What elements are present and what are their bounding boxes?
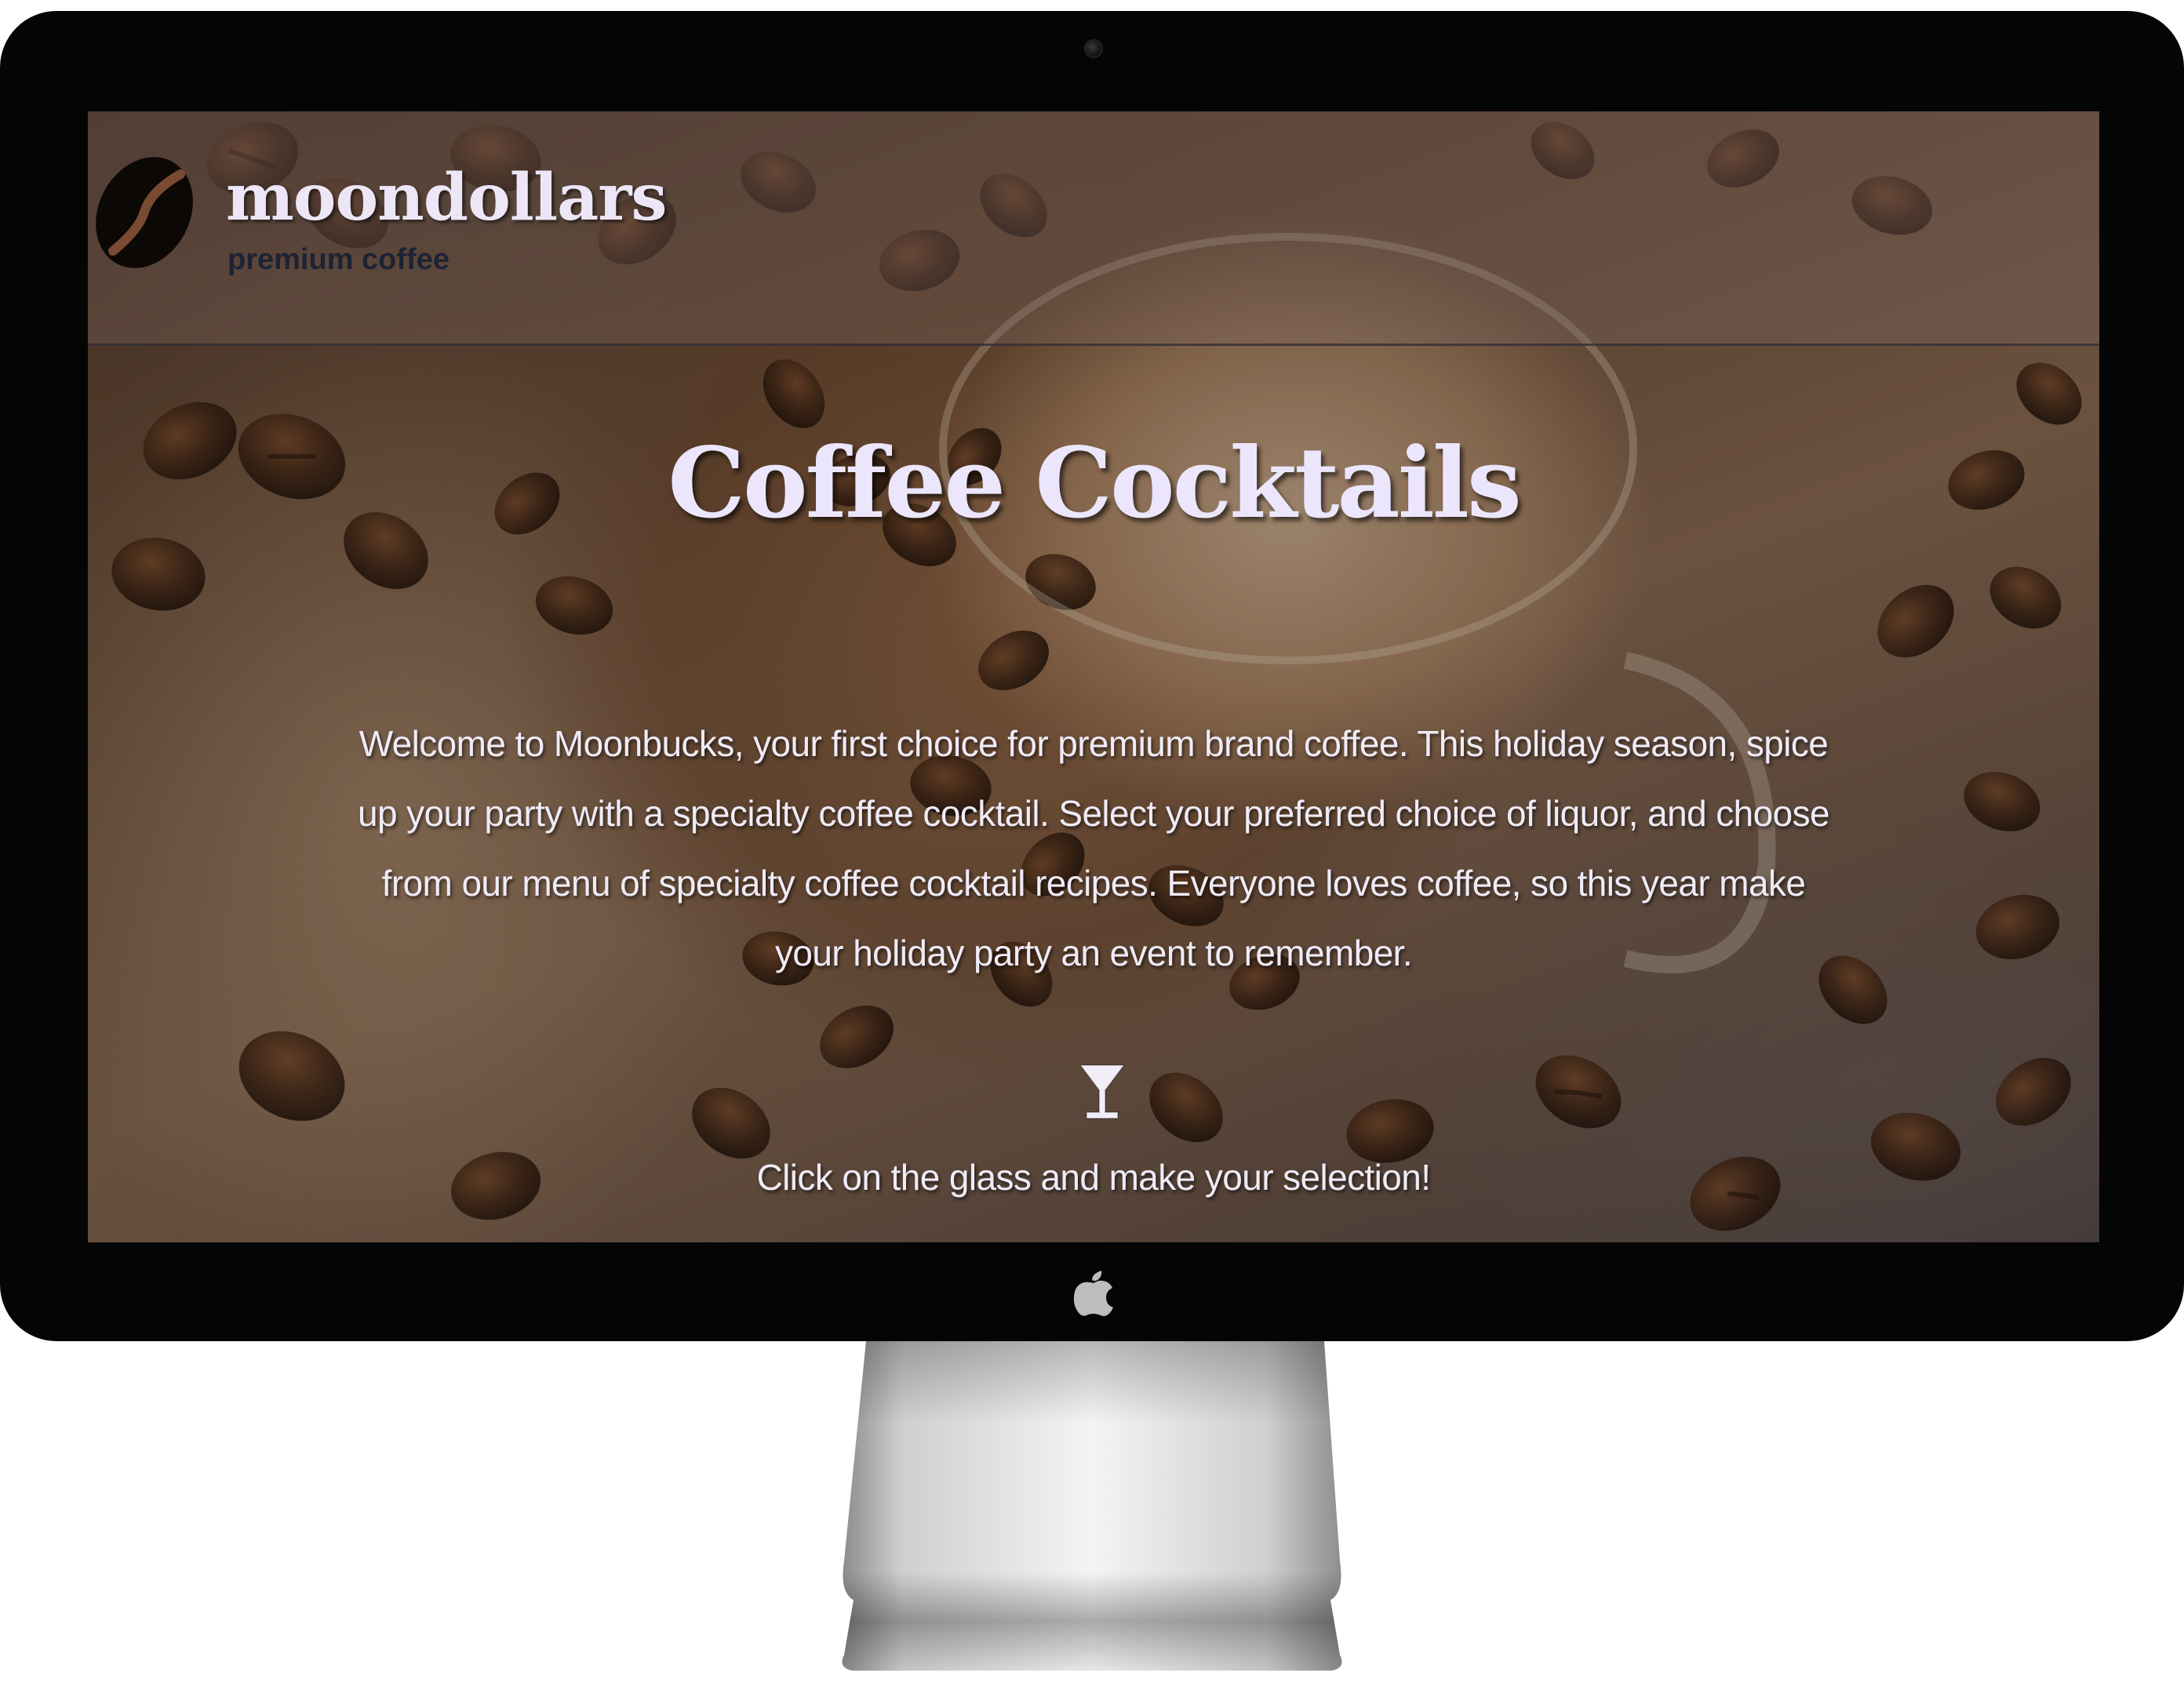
camera-icon bbox=[1084, 39, 1103, 58]
coffee-bean-logo-icon[interactable] bbox=[93, 151, 196, 275]
apple-logo-icon bbox=[1073, 1271, 1113, 1316]
call-to-action-text: Click on the glass and make your selecti… bbox=[756, 1157, 1431, 1198]
page-title: Coffee Cocktails bbox=[668, 427, 1522, 540]
website-screen: moondollars premium coffee Coffee Cockta… bbox=[88, 111, 2099, 1242]
monitor-bezel: moondollars premium coffee Coffee Cockta… bbox=[0, 11, 2184, 1341]
site-header: moondollars premium coffee bbox=[88, 111, 2099, 346]
welcome-paragraph: Welcome to Moonbucks, your first choice … bbox=[358, 723, 1830, 973]
brand-name[interactable]: moondollars bbox=[226, 160, 668, 235]
brand-tagline: premium coffee bbox=[228, 243, 450, 276]
monitor-mockup: moondollars premium coffee Coffee Cockta… bbox=[0, 0, 2184, 1691]
cocktail-glass-icon[interactable] bbox=[1077, 1062, 1127, 1122]
monitor-stand bbox=[842, 1341, 1342, 1671]
